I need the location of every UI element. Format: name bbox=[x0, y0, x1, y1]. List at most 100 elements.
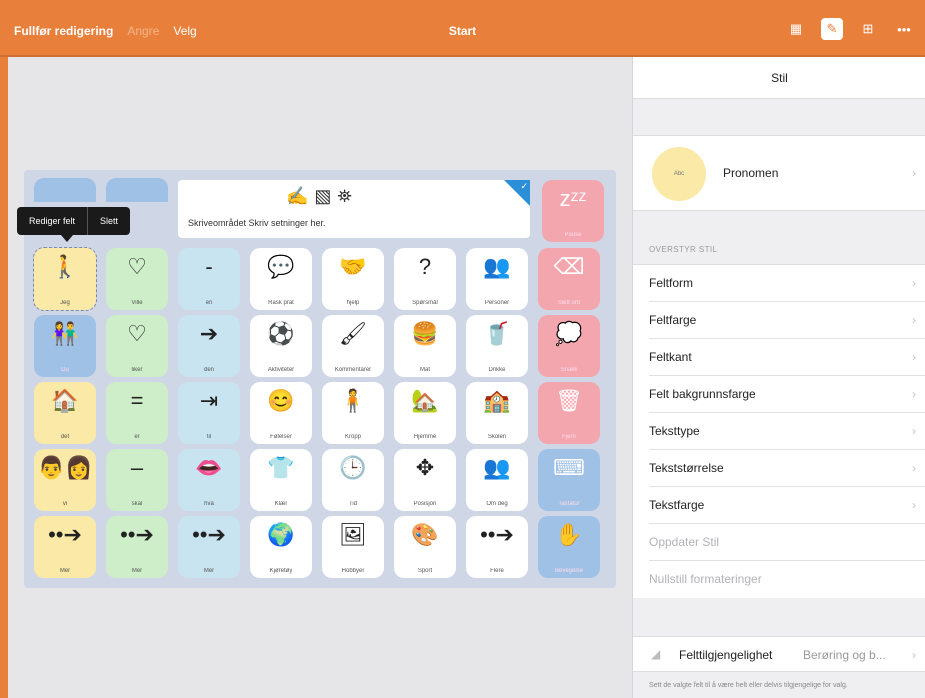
cell-symbol-icon: ••➔ bbox=[480, 522, 514, 547]
cell-label: Mer bbox=[131, 568, 143, 574]
cell-label: Kropp bbox=[344, 434, 361, 440]
row-font-color[interactable]: Tekstfarge › bbox=[649, 487, 925, 524]
cell-symbol-icon: ? bbox=[418, 254, 432, 279]
delete-cell-button[interactable]: Slett bbox=[88, 207, 130, 235]
cell-symbol-icon: 🖼 bbox=[339, 522, 367, 547]
cell-label: Kjøretøy bbox=[269, 568, 293, 574]
board-cell[interactable]: 🏠 det bbox=[34, 382, 96, 444]
board-cell[interactable]: ••➔ Mer bbox=[106, 516, 168, 578]
cell-label: til bbox=[206, 434, 212, 440]
board-cell[interactable]: ✥ Posisjon bbox=[394, 449, 456, 511]
toolbar-right-group: ▦ ✎ ⊞ ••• bbox=[785, 18, 915, 40]
grid-icon[interactable]: ⊞ bbox=[857, 18, 879, 40]
board-cell[interactable]: 💭 Snakk bbox=[538, 315, 600, 377]
toolbar-left-group: Fullfør redigering Angre Velg bbox=[14, 24, 197, 38]
row-cell-border[interactable]: Feltkant › bbox=[649, 339, 925, 376]
board-cell[interactable]: 👫 Du bbox=[34, 315, 96, 377]
board-cell[interactable]: 🥤 Drikke bbox=[466, 315, 528, 377]
message-bar[interactable]: ✍▧⛯ Skriveområdet Skriv setninger her. ✓ bbox=[178, 180, 530, 238]
board-cell[interactable]: 👄 hva bbox=[178, 449, 240, 511]
check-icon: ✓ bbox=[520, 181, 528, 191]
row-label: Oppdater Stil bbox=[649, 535, 720, 549]
board-cell[interactable]: 👕 Klær bbox=[250, 449, 312, 511]
cell-label: Personer bbox=[484, 300, 510, 306]
row-label: Teksttype bbox=[649, 424, 700, 438]
board-cell[interactable]: – skal bbox=[106, 449, 168, 511]
reset-formatting-button[interactable]: Nullstill formateringer bbox=[649, 561, 925, 598]
cell-symbol-icon: 🎨 bbox=[411, 522, 439, 547]
select-button[interactable]: Velg bbox=[173, 24, 196, 38]
hidden-tile-home[interactable] bbox=[34, 178, 96, 202]
cell-label: Hobbyer bbox=[341, 568, 365, 574]
grid-edit-icon[interactable]: ▦ bbox=[785, 18, 807, 40]
cell-pause[interactable]: zᶻᶻ Pause bbox=[542, 180, 604, 242]
board-cell[interactable]: ••➔ Flere bbox=[466, 516, 528, 578]
board-cell[interactable]: 🎨 Sport bbox=[394, 516, 456, 578]
board-cell[interactable]: = er bbox=[106, 382, 168, 444]
style-swatch: Abc bbox=[652, 147, 706, 201]
cell-label: Hjemme bbox=[413, 434, 437, 440]
cell-label: Slett ord bbox=[557, 300, 581, 306]
cell-label: Rask prat bbox=[268, 300, 294, 306]
board-cell[interactable]: 🌍 Kjøretøy bbox=[250, 516, 312, 578]
board-cell[interactable]: 🖼 Hobbyer bbox=[322, 516, 384, 578]
row-cell-color[interactable]: Feltfarge › bbox=[649, 302, 925, 339]
row-cell-background[interactable]: Felt bakgrunnsfarge › bbox=[649, 376, 925, 413]
board-cell[interactable]: ♡ liker bbox=[106, 315, 168, 377]
board-cell[interactable]: - en bbox=[178, 248, 240, 310]
board-cell[interactable]: ⌫ Slett ord bbox=[538, 248, 600, 310]
cell-symbol-icon: 🏡 bbox=[411, 388, 439, 413]
board-cell[interactable]: 🤝 hjelp bbox=[322, 248, 384, 310]
undo-button[interactable]: Angre bbox=[127, 24, 159, 38]
hidden-tile-back[interactable] bbox=[106, 178, 168, 202]
board-cell[interactable]: 👥 Om deg bbox=[466, 449, 528, 511]
cell-label: er bbox=[134, 434, 140, 440]
board-cell[interactable]: 🚶 Jeg bbox=[33, 247, 97, 311]
row-label: Feltform bbox=[649, 276, 694, 290]
row-font-type[interactable]: Teksttype › bbox=[649, 413, 925, 450]
accessibility-icon: ◢ bbox=[651, 647, 661, 661]
cell-label: hva bbox=[204, 501, 214, 507]
style-preset-row[interactable]: Abc Pronomen › bbox=[633, 135, 925, 211]
board-cell[interactable]: 🏫 Skolen bbox=[466, 382, 528, 444]
board-cell[interactable]: ♡ Ville bbox=[106, 248, 168, 310]
cell-label: Klær bbox=[274, 501, 288, 507]
board-cell[interactable]: 🕒 Tid bbox=[322, 449, 384, 511]
row-label: Nullstill formateringer bbox=[649, 572, 762, 586]
board-cell[interactable]: 🏡 Hjemme bbox=[394, 382, 456, 444]
cell-accessibility-row[interactable]: ◢ Felttilgjengelighet Berøring og b... › bbox=[633, 636, 925, 672]
board-cell[interactable]: ➔ den bbox=[178, 315, 240, 377]
cell-symbol-icon: ••➔ bbox=[120, 522, 154, 547]
brush-icon[interactable]: ✎ bbox=[821, 18, 843, 40]
cell-label: Bevegelse bbox=[554, 568, 584, 574]
section-label: OVERSTYR STIL bbox=[649, 245, 718, 254]
board-cell[interactable]: 🧍 Kropp bbox=[322, 382, 384, 444]
board-cell[interactable]: ⌨ Tastatur bbox=[538, 449, 600, 511]
board-cell[interactable]: 🍔 Mat bbox=[394, 315, 456, 377]
cell-label: skal bbox=[131, 501, 143, 507]
edit-cell-button[interactable]: Rediger felt bbox=[17, 207, 87, 235]
board-cell[interactable]: 💬 Rask prat bbox=[250, 248, 312, 310]
cell-symbol-icon: 🚶 bbox=[51, 254, 79, 279]
cell-label: Ville bbox=[131, 300, 143, 306]
board-cell[interactable]: ••➔ Mer bbox=[178, 516, 240, 578]
row-font-size[interactable]: Tekststørrelse › bbox=[649, 450, 925, 487]
board-cell[interactable]: ? Spørsmål bbox=[394, 248, 456, 310]
board-cell[interactable]: 👨‍👩 vi bbox=[34, 449, 96, 511]
chevron-right-icon: › bbox=[912, 461, 916, 475]
more-icon[interactable]: ••• bbox=[893, 18, 915, 40]
board-cell[interactable]: ••➔ Mer bbox=[34, 516, 96, 578]
board-cell[interactable]: ✋ Bevegelse bbox=[538, 516, 600, 578]
update-style-button[interactable]: Oppdater Stil bbox=[649, 524, 925, 561]
row-cell-shape[interactable]: Feltform › bbox=[649, 265, 925, 302]
board-cell[interactable]: 👥 Personer bbox=[466, 248, 528, 310]
cell-symbol-icon: 👫 bbox=[51, 321, 79, 346]
board-cell[interactable]: 🖌 Kommentarer bbox=[322, 315, 384, 377]
board-cell[interactable]: ⇥ til bbox=[178, 382, 240, 444]
finish-editing-button[interactable]: Fullfør redigering bbox=[14, 24, 113, 38]
board-cell[interactable]: 🗑 Fjern bbox=[538, 382, 600, 444]
board-cell[interactable]: ⚽ Aktiviteter bbox=[250, 315, 312, 377]
cell-symbol-icon: ➔ bbox=[199, 321, 219, 346]
board-cell[interactable]: 😊 Følelser bbox=[250, 382, 312, 444]
cell-label: Drikke bbox=[488, 367, 506, 373]
